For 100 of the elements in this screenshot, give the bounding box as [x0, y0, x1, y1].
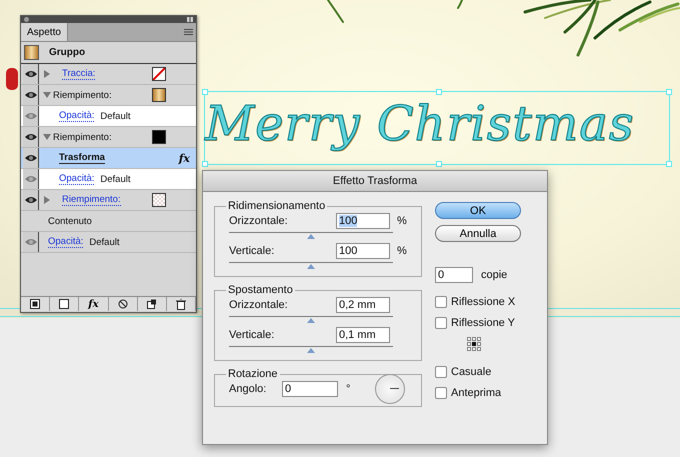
color-swatch[interactable] [152, 130, 166, 144]
eye-icon[interactable] [23, 232, 39, 252]
slider[interactable] [229, 344, 393, 356]
checkbox-label: Casuale [451, 366, 492, 378]
dialog-button[interactable]: OK [435, 202, 521, 219]
unit-label: ° [346, 383, 350, 395]
attribute-label[interactable]: Riempimento: [53, 132, 112, 142]
square-icon [59, 299, 70, 309]
color-swatch[interactable] [152, 193, 166, 207]
disclosure-triangle[interactable] [43, 91, 51, 99]
selection-handle[interactable] [436, 161, 442, 167]
eye-icon[interactable] [23, 148, 39, 168]
eye-icon[interactable] [23, 127, 39, 147]
input-field[interactable]: 0 [435, 267, 473, 283]
attribute-label[interactable]: Riempimento: [53, 90, 112, 100]
disclosure-triangle[interactable] [43, 70, 51, 78]
eye-icon[interactable] [23, 64, 39, 84]
dialog-title: Effetto Trasforma [203, 171, 547, 192]
disclosure-triangle[interactable] [43, 196, 51, 204]
script-text: Merry Christmas [205, 96, 634, 152]
color-swatch[interactable] [152, 88, 166, 102]
no-sign-icon [118, 299, 128, 309]
opacity-value: Default [100, 174, 130, 184]
delete-button[interactable] [166, 297, 196, 311]
slider-thumb[interactable] [307, 348, 315, 353]
checkbox-label: Riflessione Y [451, 316, 515, 328]
selection-handle[interactable] [666, 89, 672, 95]
slider-thumb[interactable] [307, 318, 315, 323]
appearance-row[interactable]: Contenuto [21, 211, 196, 232]
selection-handle[interactable] [202, 161, 208, 167]
field-label: copie [481, 269, 508, 281]
unit-label: % [397, 215, 407, 227]
checkbox-label: Anteprima [451, 386, 502, 398]
slider[interactable] [229, 260, 393, 272]
field-label: Orizzontale: [229, 215, 289, 227]
attribute-label[interactable]: Traccia: [62, 68, 96, 80]
framed-square-icon [30, 299, 40, 309]
appearance-row[interactable]: Opacità: Default [21, 106, 196, 127]
opacity-value: Default [100, 110, 130, 122]
input-field[interactable]: 100 [336, 243, 390, 259]
group-thumbnail [24, 45, 39, 60]
stroke-fill-button[interactable] [21, 297, 50, 311]
slider-thumb[interactable] [307, 234, 315, 239]
input-field[interactable]: 100 [336, 213, 390, 229]
selection-handle[interactable] [436, 89, 442, 95]
dialog-button[interactable]: Annulla [435, 225, 521, 242]
selection-handle[interactable] [202, 89, 208, 95]
eye-icon[interactable] [23, 106, 39, 126]
field-label: Verticale: [229, 329, 276, 341]
appearance-row[interactable]: Riempimento: [21, 190, 196, 211]
appearance-row[interactable]: Trasforma fx [21, 148, 196, 169]
clear-button[interactable] [108, 297, 138, 311]
reference-point-icon[interactable] [467, 337, 481, 351]
input-field[interactable]: 0 [282, 381, 338, 397]
effect-link[interactable]: Trasforma [59, 152, 105, 164]
contents-label: Contenuto [48, 216, 92, 226]
fx-button[interactable]: fx [79, 297, 109, 311]
trash-icon [176, 298, 186, 310]
unit-label: % [397, 245, 407, 257]
eye-icon[interactable] [23, 85, 39, 105]
input-field[interactable]: 0,1 mm [336, 327, 390, 343]
attribute-label[interactable]: Riempimento: [62, 194, 121, 206]
checkbox[interactable] [435, 386, 447, 398]
field-label: Angolo: [229, 383, 268, 395]
collapse-icon[interactable] [187, 17, 193, 22]
field-label: Orizzontale: [229, 299, 289, 311]
fill-button[interactable] [50, 297, 80, 311]
checkbox[interactable] [435, 296, 447, 308]
checkbox[interactable] [435, 316, 447, 328]
color-swatch[interactable] [152, 67, 166, 81]
duplicate-button[interactable] [138, 297, 167, 311]
disclosure-triangle[interactable] [43, 133, 51, 141]
menu-icon[interactable] [184, 29, 193, 35]
field-label: Verticale: [229, 245, 276, 257]
opacity-link[interactable]: Opacità: [48, 236, 84, 248]
opacity-value: Default [89, 236, 120, 248]
appearance-row[interactable]: Opacità: Default [21, 232, 196, 253]
close-icon[interactable] [24, 17, 29, 22]
group-label: Gruppo [49, 47, 86, 58]
opacity-link[interactable]: Opacità: [59, 110, 94, 122]
new-item-icon [146, 299, 157, 309]
appearance-row[interactable]: Riempimento: [21, 127, 196, 148]
appearance-row[interactable]: Opacità: Default [21, 169, 196, 190]
selection-handle[interactable] [666, 161, 672, 167]
eye-icon[interactable] [23, 169, 39, 189]
group-title: Ridimensionamento [227, 200, 326, 212]
angle-dial[interactable] [375, 374, 406, 404]
appearance-row[interactable]: Riempimento: [21, 85, 196, 106]
appearance-row[interactable]: Traccia: [21, 64, 196, 85]
panel-tab[interactable]: Aspetto [21, 23, 68, 41]
ribbon-drawing [6, 68, 18, 90]
input-field[interactable]: 0,2 mm [336, 297, 390, 313]
group-title: Rotazione [227, 368, 279, 380]
group-title: Spostamento [227, 284, 294, 296]
fx-icon[interactable]: fx [178, 152, 190, 164]
opacity-link[interactable]: Opacità: [59, 173, 94, 185]
slider-thumb[interactable] [307, 264, 315, 269]
checkbox[interactable] [435, 366, 447, 378]
checkbox-label: Riflessione X [451, 296, 516, 308]
eye-icon[interactable] [23, 190, 39, 210]
